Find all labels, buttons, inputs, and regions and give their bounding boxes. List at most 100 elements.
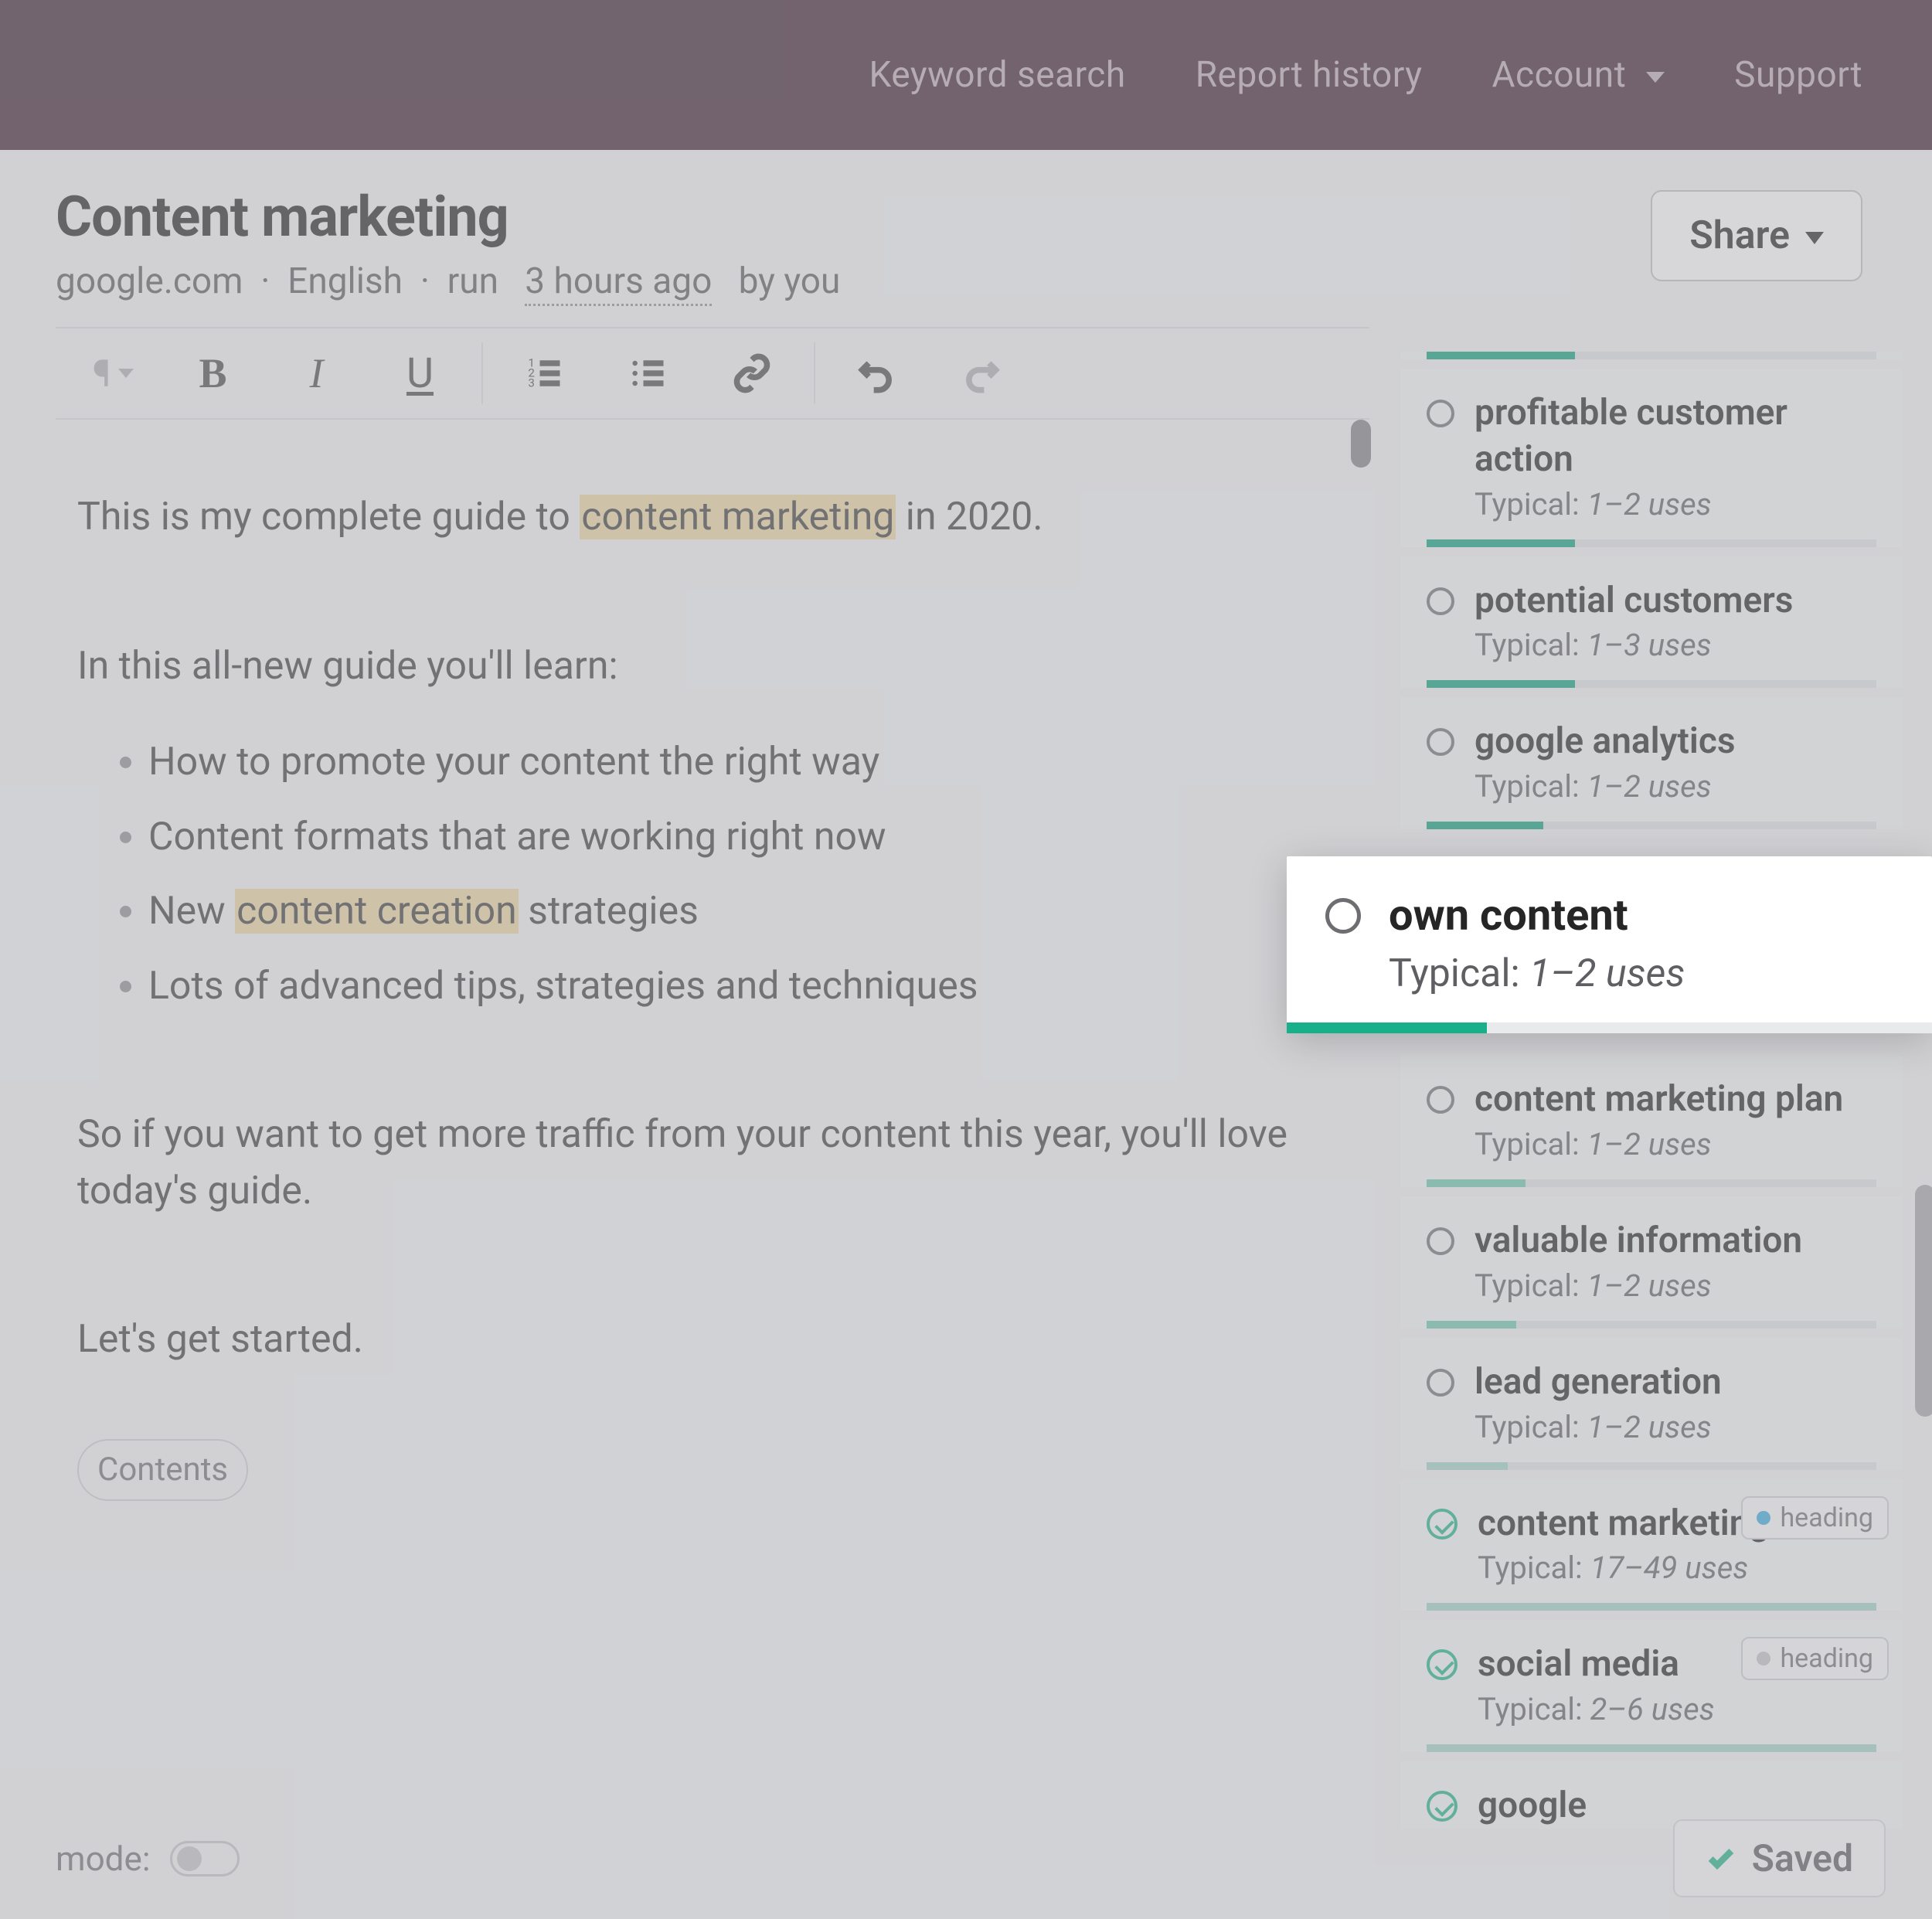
status-circle-icon bbox=[1427, 1086, 1454, 1114]
editor-paragraph: This is my complete guide to content mar… bbox=[77, 489, 1327, 546]
keyword-label: potential customers bbox=[1475, 578, 1876, 624]
list-item: Content formats that are working right n… bbox=[148, 809, 1327, 866]
keyword-item[interactable]: google analytics Typical: 1–2 uses bbox=[1400, 697, 1903, 829]
contents-chip[interactable]: Contents bbox=[77, 1439, 248, 1502]
mode-toggle[interactable] bbox=[170, 1841, 240, 1876]
top-navbar: Keyword search Report history Account Su… bbox=[0, 0, 1932, 150]
chevron-down-icon bbox=[1646, 72, 1665, 83]
subtitle-domain: google.com bbox=[56, 260, 243, 302]
bold-button[interactable]: B bbox=[188, 349, 237, 398]
keyword-item[interactable] bbox=[1400, 352, 1903, 359]
page-header: Content marketing google.com · English ·… bbox=[0, 150, 1932, 327]
keyword-item[interactable]: potential customers Typical: 1–3 uses bbox=[1400, 556, 1903, 689]
link-button[interactable] bbox=[727, 349, 777, 398]
heading-badge: heading bbox=[1741, 1496, 1889, 1540]
status-check-icon bbox=[1427, 1791, 1458, 1822]
italic-button[interactable]: I bbox=[291, 349, 341, 398]
keyword-label: content marketing plan bbox=[1475, 1077, 1876, 1123]
keyword-item[interactable]: profitable customer action Typical: 1–2 … bbox=[1400, 369, 1903, 547]
mode-toggle-wrap: mode: bbox=[56, 1839, 240, 1879]
keyword-sidebar: profitable customer action Typical: 1–2 … bbox=[1400, 327, 1903, 1895]
share-button[interactable]: Share bbox=[1651, 190, 1862, 281]
undo-button[interactable] bbox=[852, 349, 902, 398]
keyword-item[interactable]: heading social media Typical: 2–6 uses bbox=[1400, 1620, 1903, 1752]
keyword-typical: Typical: 1–3 uses bbox=[1475, 627, 1876, 663]
check-icon bbox=[1706, 1843, 1736, 1874]
text-run: This is my complete guide to bbox=[77, 495, 580, 539]
editor-toolbar: ¶ B I U 123 bbox=[56, 327, 1369, 418]
keyword-item[interactable]: valuable information Typical: 1–2 uses bbox=[1400, 1196, 1903, 1329]
text-run: New bbox=[148, 889, 235, 934]
keyword-label: own content bbox=[1389, 887, 1893, 944]
status-circle-icon bbox=[1427, 1369, 1454, 1397]
keyword-label: lead generation bbox=[1475, 1359, 1876, 1406]
nav-account-label: Account bbox=[1492, 54, 1627, 96]
list-item: Lots of advanced tips, strategies and te… bbox=[148, 958, 1327, 1015]
status-circle-icon bbox=[1427, 728, 1454, 756]
subtitle-run-suffix: by you bbox=[739, 260, 841, 302]
nav-support[interactable]: Support bbox=[1734, 54, 1862, 96]
highlight-keyword: content marketing bbox=[580, 495, 896, 539]
editor-column: ¶ B I U 123 bbox=[56, 327, 1369, 1895]
editor-paragraph: So if you want to get more traffic from … bbox=[77, 1107, 1327, 1219]
paragraph-style-dropdown[interactable]: ¶ bbox=[93, 352, 134, 396]
pilcrow-icon: ¶ bbox=[93, 352, 111, 396]
text-run: strategies bbox=[519, 889, 699, 934]
page-subtitle: google.com · English · run 3 hours ago b… bbox=[56, 260, 840, 302]
editor-body[interactable]: This is my complete guide to content mar… bbox=[56, 418, 1369, 1532]
keyword-typical: Typical: 1–2 uses bbox=[1475, 768, 1876, 805]
chevron-down-icon bbox=[118, 369, 134, 378]
ordered-list-button[interactable]: 123 bbox=[520, 349, 570, 398]
unordered-list-button[interactable] bbox=[624, 349, 673, 398]
main-area: ¶ B I U 123 bbox=[0, 327, 1932, 1895]
nav-account[interactable]: Account bbox=[1492, 54, 1665, 96]
keyword-item-highlighted[interactable]: own content Typical: 1–2 uses bbox=[1287, 856, 1932, 1033]
saved-label: Saved bbox=[1752, 1836, 1853, 1880]
sidebar-scrollbar-thumb[interactable] bbox=[1915, 1185, 1932, 1417]
editor-scrollbar-thumb[interactable] bbox=[1351, 420, 1371, 468]
list-item: New content creation strategies bbox=[148, 883, 1327, 940]
saved-indicator: Saved bbox=[1673, 1819, 1886, 1897]
editor-footer: mode: Saved bbox=[56, 1819, 1886, 1897]
redo-button[interactable] bbox=[956, 349, 1005, 398]
status-check-icon bbox=[1427, 1509, 1458, 1540]
status-circle-icon bbox=[1325, 898, 1361, 934]
dot-icon bbox=[1757, 1652, 1770, 1666]
badge-label: heading bbox=[1780, 1502, 1873, 1533]
text-run: in 2020. bbox=[896, 495, 1043, 539]
status-circle-icon bbox=[1427, 1227, 1454, 1255]
subtitle-run-time[interactable]: 3 hours ago bbox=[525, 260, 712, 306]
status-check-icon bbox=[1427, 1649, 1458, 1680]
dot-icon bbox=[1757, 1511, 1770, 1525]
editor-paragraph: In this all-new guide you'll learn: bbox=[77, 638, 1327, 695]
page-title: Content marketing bbox=[56, 184, 840, 250]
subtitle-lang: English bbox=[287, 260, 403, 302]
keyword-typical: Typical: 1–2 uses bbox=[1475, 1267, 1876, 1304]
keyword-item[interactable]: heading content marketing Typical: 17–49… bbox=[1400, 1479, 1903, 1611]
keyword-typical: Typical: 1–2 uses bbox=[1475, 1126, 1876, 1162]
keyword-label: profitable customer action bbox=[1475, 390, 1876, 483]
underline-button[interactable]: U bbox=[395, 349, 444, 398]
keyword-label: valuable information bbox=[1475, 1218, 1876, 1264]
keyword-typical: Typical: 2–6 uses bbox=[1478, 1691, 1876, 1727]
keyword-item[interactable]: content marketing plan Typical: 1–2 uses bbox=[1400, 1055, 1903, 1187]
heading-badge: heading bbox=[1741, 1637, 1889, 1680]
subtitle-run-prefix: run bbox=[447, 260, 498, 302]
list-item: How to promote your content the right wa… bbox=[148, 734, 1327, 791]
keyword-typical: Typical: 1–2 uses bbox=[1389, 951, 1893, 996]
editor-paragraph: Let's get started. bbox=[77, 1312, 1327, 1368]
keyword-typical: Typical: 1–2 uses bbox=[1475, 1409, 1876, 1445]
share-label: Share bbox=[1689, 213, 1790, 258]
mode-label: mode: bbox=[56, 1839, 150, 1879]
keyword-item[interactable]: lead generation Typical: 1–2 uses bbox=[1400, 1338, 1903, 1470]
highlight-keyword: content creation bbox=[235, 889, 519, 934]
keyword-label: google analytics bbox=[1475, 719, 1876, 765]
badge-label: heading bbox=[1780, 1643, 1873, 1674]
keyword-typical: Typical: 1–2 uses bbox=[1475, 486, 1876, 522]
status-circle-icon bbox=[1427, 400, 1454, 427]
status-circle-icon bbox=[1427, 587, 1454, 615]
chevron-down-icon bbox=[1805, 232, 1824, 244]
nav-report-history[interactable]: Report history bbox=[1196, 54, 1423, 96]
nav-keyword-search[interactable]: Keyword search bbox=[869, 54, 1126, 96]
svg-text:3: 3 bbox=[529, 376, 536, 390]
